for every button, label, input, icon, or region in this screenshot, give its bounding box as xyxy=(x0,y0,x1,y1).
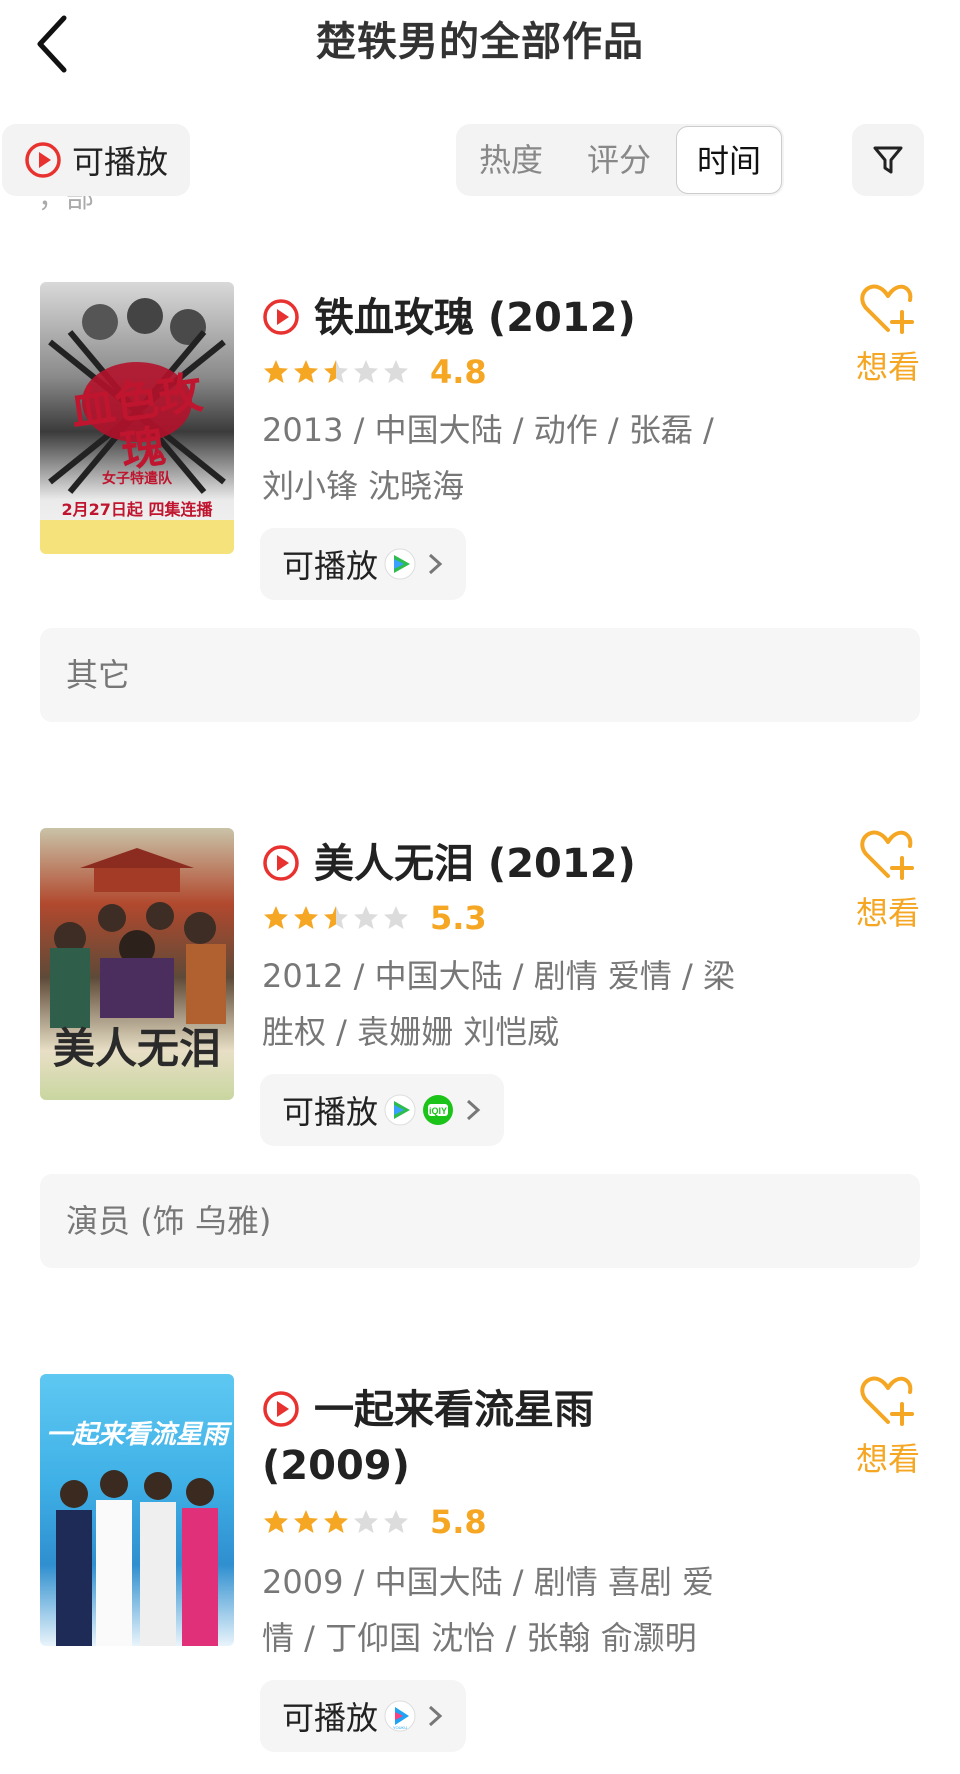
rating-score: 5.3 xyxy=(430,899,487,937)
role-label: 其它 xyxy=(66,656,131,694)
tencent-video-icon xyxy=(384,1094,416,1126)
play-sources-button[interactable]: 可播放 iQIY xyxy=(260,1074,505,1146)
tab-rating[interactable]: 评分 xyxy=(564,124,674,196)
star-half-icon xyxy=(324,360,348,383)
movie-meta: 2013 / 中国大陆 / 动作 / 张磊 / 刘小锋 沈晓海 xyxy=(262,411,714,505)
rating-score: 5.8 xyxy=(430,1503,487,1541)
rating-score: 4.8 xyxy=(430,353,487,391)
poster-title-art: 美人无泪 xyxy=(52,1024,221,1073)
want-to-watch-button[interactable]: 想看 xyxy=(848,282,928,388)
poster-title-art: 血色玫瑰 xyxy=(67,367,206,478)
tab-popularity[interactable]: 热度 xyxy=(456,124,566,196)
chevron-right-icon xyxy=(467,1099,481,1121)
star-full-icon xyxy=(294,360,318,383)
filter-bar: 可播放 热度 评分 时间 xyxy=(0,124,960,198)
star-full-icon xyxy=(294,906,318,929)
playable-filter-button[interactable]: 可播放 xyxy=(2,124,190,196)
poster-subtitle: 女子特遣队 xyxy=(102,471,172,487)
star-empty-icon xyxy=(354,906,378,929)
chevron-right-icon xyxy=(429,553,443,575)
chevron-right-icon xyxy=(429,1705,443,1727)
role-box: 其它 xyxy=(40,628,920,722)
movie-poster[interactable]: 美人无泪 xyxy=(40,828,234,1100)
movie-title[interactable]: 美人无泪 (2012) xyxy=(262,836,742,892)
star-full-icon xyxy=(264,906,288,929)
play-circle-icon xyxy=(25,142,61,178)
iqiyi-icon: iQIY xyxy=(423,1095,454,1125)
movie-title[interactable]: 一起来看流星雨 (2009) xyxy=(262,1382,742,1494)
movie-poster[interactable]: 一起来看流星雨 xyxy=(40,1374,234,1646)
poster-date: 2月27日起 四集连播 xyxy=(61,500,213,519)
heart-plus-icon xyxy=(860,830,914,880)
star-rating xyxy=(262,904,412,932)
rating: 5.3 xyxy=(262,898,487,938)
heart-plus-icon xyxy=(860,1376,914,1426)
header: 楚轶男的全部作品 xyxy=(0,0,960,100)
star-empty-icon xyxy=(384,1510,408,1533)
play-sources-button[interactable]: 可播放 xyxy=(260,528,467,600)
role-box: 演员 (饰 乌雅) xyxy=(40,1174,920,1268)
movie-meta: 2012 / 中国大陆 / 剧情 爱情 / 梁胜权 / 袁姗姗 刘恺威 xyxy=(262,957,735,1051)
star-empty-icon xyxy=(384,360,408,383)
star-empty-icon xyxy=(354,1510,378,1533)
movie-title[interactable]: 铁血玫瑰 (2012) xyxy=(262,290,742,346)
star-empty-icon xyxy=(354,360,378,383)
svg-text:YOUKU: YOUKU xyxy=(393,1725,407,1730)
play-circle-icon xyxy=(263,845,299,881)
movie-meta: 2009 / 中国大陆 / 剧情 喜剧 爱情 / 丁仰国 沈怡 / 张翰 俞灏明 xyxy=(262,1563,715,1657)
star-full-icon xyxy=(264,360,288,383)
rating: 4.8 xyxy=(262,352,487,392)
heart-plus-icon xyxy=(860,284,914,334)
star-rating xyxy=(262,358,412,386)
star-full-icon xyxy=(264,1510,288,1533)
want-to-watch-button[interactable]: 想看 xyxy=(848,828,928,934)
play-circle-icon xyxy=(263,299,299,335)
funnel-icon xyxy=(873,146,903,174)
clipped-text: ，部 xyxy=(38,196,95,214)
star-full-icon xyxy=(324,1510,348,1533)
sort-tabs: 热度 评分 时间 xyxy=(456,124,784,196)
rating: 5.8 xyxy=(262,1502,487,1542)
filter-button[interactable] xyxy=(852,124,924,196)
want-to-watch-button[interactable]: 想看 xyxy=(848,1374,928,1480)
playable-filter-label: 可播放 xyxy=(72,143,169,181)
poster-title-art: 一起来看流星雨 xyxy=(45,1420,228,1450)
play-circle-icon xyxy=(263,1391,299,1427)
role-label: 演员 (饰 乌雅) xyxy=(66,1202,272,1240)
page-title: 楚轶男的全部作品 xyxy=(316,19,644,65)
star-full-icon xyxy=(294,1510,318,1533)
movie-poster[interactable]: 血色玫瑰 女子特遣队 2月27日起 四集连播 xyxy=(40,282,234,554)
star-rating xyxy=(262,1508,412,1536)
youku-icon: YOUKU xyxy=(384,1700,416,1732)
tab-time[interactable]: 时间 xyxy=(676,126,782,194)
star-half-icon xyxy=(324,906,348,929)
star-empty-icon xyxy=(384,906,408,929)
tencent-video-icon xyxy=(384,548,416,580)
svg-text:iQIY: iQIY xyxy=(429,1106,447,1116)
play-sources-button[interactable]: 可播放 YOUKU xyxy=(260,1680,467,1752)
